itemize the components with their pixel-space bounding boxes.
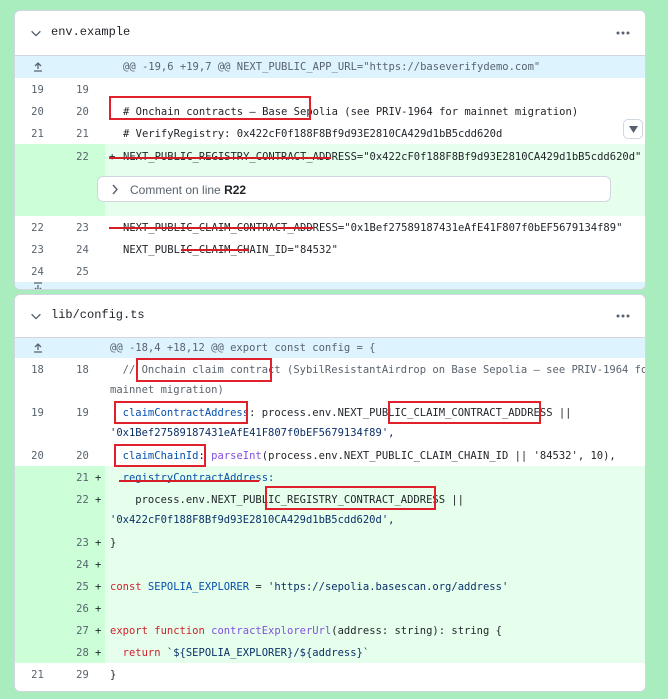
chevron-down-icon[interactable] xyxy=(29,26,43,40)
code-keyword: return xyxy=(110,647,161,659)
comment-label: Comment on line R22 xyxy=(130,183,247,197)
hunk-header: @@ -18,4 +18,12 @@ export const config =… xyxy=(15,338,645,358)
comment-button[interactable]: Comment on line R22 xyxy=(97,176,611,202)
code-text: # VerifyRegistry: 0x422cF0f188F8Bf9d93E2… xyxy=(123,128,503,140)
expand-down-icon[interactable] xyxy=(32,281,44,290)
diff-sign: + xyxy=(95,581,102,593)
old-line-number[interactable] xyxy=(15,488,60,531)
old-line-number[interactable]: 21 xyxy=(15,669,60,691)
diff-line-added: 22 + NEXT_PUBLIC_REGISTRY_CONTRACT_ADDRE… xyxy=(15,144,645,216)
file-header: lib/config.ts xyxy=(15,295,645,338)
diff-sign: + xyxy=(95,647,102,659)
old-line-number[interactable] xyxy=(15,575,60,597)
diff-file-config-ts: lib/config.ts @@ -18,4 +18,12 @@ export … xyxy=(14,294,646,692)
diff-line-added: 24 + xyxy=(15,553,645,575)
comment-line-ref: R22 xyxy=(224,183,247,197)
diff-line: 22 23 NEXT_PUBLIC_CLAIM_CONTRACT_ADDRESS… xyxy=(15,216,645,238)
scroll-down-icon xyxy=(629,126,638,133)
diff-line: 24 25 xyxy=(15,260,645,282)
code-text: : process.env.NEXT_PUBLIC_CLAIM_CONTRACT… xyxy=(249,407,572,419)
code-text: NEXT_PUBLIC_CLAIM_CONTRACT_ADDRESS="0x1B… xyxy=(123,222,623,234)
code-text: } xyxy=(110,537,117,549)
code-string: `${SEPOLIA_EXPLORER}/${address}` xyxy=(160,647,370,659)
code-function: contractExplorerUrl xyxy=(204,625,332,637)
diff-line-added: 23 + } xyxy=(15,531,645,553)
old-line-number[interactable] xyxy=(15,619,60,641)
diff-line-added: 25 + const SEPOLIA_EXPLORER = 'https://s… xyxy=(15,575,645,597)
diff-sign: + xyxy=(95,603,102,615)
expand-up-icon[interactable] xyxy=(32,61,44,73)
code-text: = xyxy=(249,581,269,593)
expand-up-icon[interactable] xyxy=(32,342,44,354)
code-string: '0x1Bef27589187431eAfE41F807f0bEF5679134… xyxy=(110,427,395,439)
diff-sign: + xyxy=(95,559,102,571)
diff-line-added: 27 + export function contractExplorerUrl… xyxy=(15,619,645,641)
diff-file-env-example: env.example @@ -19,6 +19,7 @@ NEXT_PUBLI… xyxy=(14,10,646,290)
diff-sign: + xyxy=(95,625,102,637)
kebab-icon[interactable] xyxy=(615,308,631,324)
code-keyword: const xyxy=(110,581,142,593)
diff-line: 19 19 claimContractAddress: process.env.… xyxy=(15,401,645,444)
code-string: 'https://sepolia.basescan.org/address' xyxy=(268,581,509,593)
new-line-number[interactable]: 29 xyxy=(60,669,105,691)
code-text: process.env.NEXT_PUBLIC_REGISTRY_CONTRAC… xyxy=(110,494,465,506)
code-property: claimContractAddress xyxy=(110,407,250,419)
code-property: registryContractAddress: xyxy=(110,472,275,484)
diff-line: 20 20 # Onchain contracts — Base Sepolia… xyxy=(15,100,645,122)
file-name[interactable]: lib/config.ts xyxy=(51,308,145,322)
old-line-number[interactable] xyxy=(15,597,60,619)
diff-sign: + xyxy=(95,537,102,549)
diff-line: 21 21 # VerifyRegistry: 0x422cF0f188F8Bf… xyxy=(15,122,645,144)
old-line-number[interactable] xyxy=(15,641,60,663)
code-comment: mainnet migration) xyxy=(110,384,224,396)
code-identifier: SEPOLIA_EXPLORER xyxy=(141,581,250,593)
diff-line-added: 21 + registryContractAddress: xyxy=(15,466,645,488)
code-function: parseInt xyxy=(211,450,262,462)
file-name[interactable]: env.example xyxy=(51,25,130,39)
code-text: NEXT_PUBLIC_CLAIM_CHAIN_ID="84532" xyxy=(123,244,338,256)
diff-line: 20 20 claimChainId: parseInt(process.env… xyxy=(15,444,645,466)
file-header: env.example xyxy=(15,11,645,56)
old-line-number[interactable] xyxy=(15,466,60,488)
old-line-number[interactable] xyxy=(15,144,60,216)
code-text: (process.env.NEXT_PUBLIC_CLAIM_CHAIN_ID … xyxy=(261,450,616,462)
code-text: (address: string): string { xyxy=(331,625,502,637)
code-text: : xyxy=(198,450,212,462)
old-line-number[interactable] xyxy=(15,531,60,553)
code-text: NEXT_PUBLIC_REGISTRY_CONTRACT_ADDRESS="0… xyxy=(123,151,642,163)
hunk-header: @@ -19,6 +19,7 @@ NEXT_PUBLIC_APP_URL="h… xyxy=(15,56,645,78)
diff-line-added: 28 + return `${SEPOLIA_EXPLORER}/${addre… xyxy=(15,641,645,663)
code-text: # Onchain contracts — Base Sepolia (see … xyxy=(123,106,579,118)
code-keyword: export function xyxy=(110,625,205,637)
diff-sign: + xyxy=(109,151,116,163)
diff-sign: + xyxy=(95,494,102,506)
expand-row xyxy=(15,281,645,290)
code-text: } xyxy=(110,669,117,681)
code-comment: // Onchain claim contract (SybilResistan… xyxy=(110,364,646,376)
diff-sign: + xyxy=(95,472,102,484)
diff-line-added: 22 + process.env.NEXT_PUBLIC_REGISTRY_CO… xyxy=(15,488,645,531)
chevron-right-icon xyxy=(112,184,118,195)
hunk-text: @@ -18,4 +18,12 @@ export const config =… xyxy=(110,342,376,354)
diff-line: 21 29 } xyxy=(15,663,645,685)
kebab-icon[interactable] xyxy=(615,25,631,41)
diff-line: 18 18 // Onchain claim contract (SybilRe… xyxy=(15,358,645,401)
code-string: '0x422cF0f188F8Bf9d93E2810CA429d1bB5cdd6… xyxy=(110,514,395,526)
diff-line: 19 19 xyxy=(15,78,645,100)
code-property: claimChainId xyxy=(110,450,199,462)
diff-line: 23 24 NEXT_PUBLIC_CLAIM_CHAIN_ID="84532" xyxy=(15,238,645,260)
scroll-down-button[interactable] xyxy=(623,119,643,139)
diff-line-added: 26 + xyxy=(15,597,645,619)
chevron-down-icon[interactable] xyxy=(29,309,43,323)
old-line-number[interactable] xyxy=(15,553,60,575)
hunk-text: @@ -19,6 +19,7 @@ NEXT_PUBLIC_APP_URL="h… xyxy=(123,61,541,73)
